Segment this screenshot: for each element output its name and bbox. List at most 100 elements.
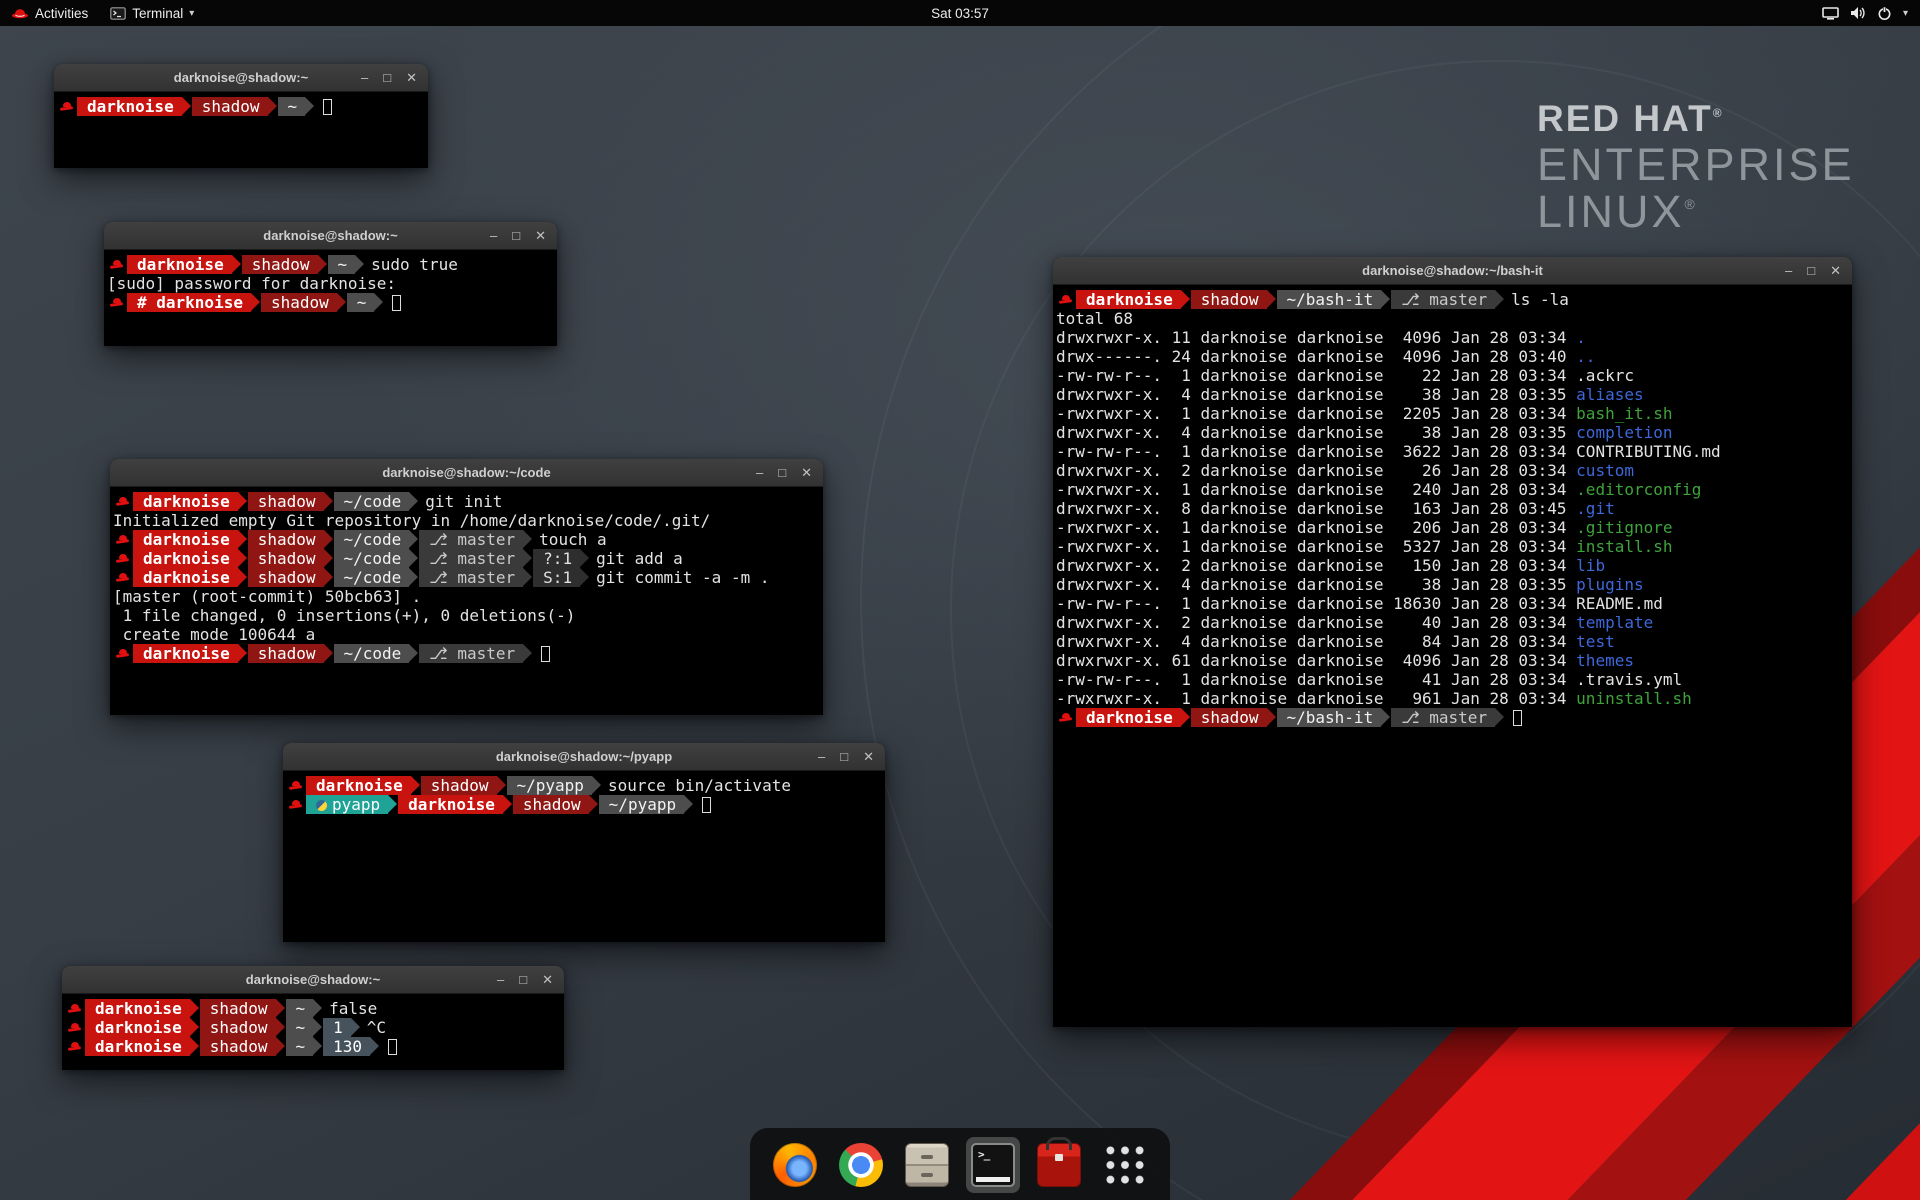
- file-name: test: [1576, 632, 1615, 651]
- chevron-down-icon: ▾: [189, 8, 194, 19]
- redhat-icon: [288, 795, 304, 814]
- minimize-button[interactable]: –: [361, 71, 368, 84]
- prompt-segment-exit: 130: [323, 1037, 370, 1056]
- redhat-icon: [109, 255, 125, 274]
- terminal-cursor: [702, 797, 711, 813]
- clock[interactable]: Sat 03:57: [931, 6, 989, 21]
- prompt-segment-host: shadow: [513, 795, 589, 814]
- titlebar[interactable]: darknoise@shadow:~/bash-it – □ ✕: [1053, 257, 1852, 285]
- close-button[interactable]: ✕: [535, 229, 546, 242]
- terminal-line: -rwxrwxr-x. 1 darknoise darknoise 206 Ja…: [1056, 518, 1849, 537]
- close-button[interactable]: ✕: [863, 750, 874, 763]
- close-button[interactable]: ✕: [542, 973, 553, 986]
- prompt-segment-path: ~/pyapp: [507, 776, 592, 795]
- titlebar[interactable]: darknoise@shadow:~ – □ ✕: [54, 64, 428, 92]
- prompt-segment-user: darknoise: [133, 549, 238, 568]
- terminal-line: drwx------. 24 darknoise darknoise 4096 …: [1056, 347, 1849, 366]
- dock-item-app-grid[interactable]: [1098, 1137, 1152, 1193]
- titlebar[interactable]: darknoise@shadow:~ – □ ✕: [104, 222, 557, 250]
- redhat-icon: [115, 530, 131, 549]
- redhat-icon: [67, 1037, 83, 1056]
- terminal-line: -rwxrwxr-x. 1 darknoise darknoise 5327 J…: [1056, 537, 1849, 556]
- terminal-line: [master (root-commit) 50bcb63] .: [113, 587, 820, 606]
- terminal-line: drwxrwxr-x. 2 darknoise darknoise 40 Jan…: [1056, 613, 1849, 632]
- titlebar[interactable]: darknoise@shadow:~/code – □ ✕: [110, 459, 823, 487]
- prompt-segment-host: shadow: [242, 255, 318, 274]
- volume-icon[interactable]: [1850, 6, 1866, 20]
- dock-item-firefox[interactable]: [768, 1137, 822, 1193]
- python-icon: [316, 800, 327, 811]
- maximize-button[interactable]: □: [512, 229, 520, 242]
- dock: [750, 1128, 1170, 1200]
- prompt-segment-path: ~/code: [334, 492, 410, 511]
- files-icon: [905, 1143, 949, 1187]
- file-name: uninstall.sh: [1576, 689, 1692, 708]
- maximize-button[interactable]: □: [1807, 264, 1815, 277]
- close-button[interactable]: ✕: [801, 466, 812, 479]
- titlebar[interactable]: darknoise@shadow:~/pyapp – □ ✕: [283, 743, 885, 771]
- titlebar[interactable]: darknoise@shadow:~ – □ ✕: [62, 966, 564, 994]
- prompt-segment-path: ~/code: [334, 530, 410, 549]
- minimize-button[interactable]: –: [756, 466, 763, 479]
- terminal-content[interactable]: darknoiseshadow~falsedarknoiseshadow~1^C…: [62, 994, 564, 1061]
- terminal-line: # darknoiseshadow~: [107, 293, 554, 312]
- dock-item-terminal[interactable]: [966, 1137, 1020, 1193]
- terminal-cursor: [323, 99, 332, 115]
- dock-item-chrome[interactable]: [834, 1137, 888, 1193]
- prompt-segment-host: shadow: [1191, 708, 1267, 727]
- terminal-line: drwxrwxr-x. 4 darknoise darknoise 84 Jan…: [1056, 632, 1849, 651]
- app-menu-button[interactable]: Terminal ▾: [99, 0, 205, 26]
- command-text: touch a: [539, 530, 606, 549]
- app-menu-label: Terminal: [132, 6, 183, 21]
- terminal-cursor: [388, 1039, 397, 1055]
- terminal-content[interactable]: darknoiseshadow~/codegit initInitialized…: [110, 487, 823, 668]
- minimize-button[interactable]: –: [1785, 264, 1792, 277]
- window-title: darknoise@shadow:~/pyapp: [496, 749, 672, 764]
- file-name: completion: [1576, 423, 1672, 442]
- maximize-button[interactable]: □: [778, 466, 786, 479]
- file-name: CONTRIBUTING.md: [1576, 442, 1721, 461]
- activities-button[interactable]: Activities: [0, 0, 99, 26]
- display-icon[interactable]: [1822, 7, 1839, 20]
- terminal-content[interactable]: darknoiseshadow~/bash-it⎇ masterls -lato…: [1053, 285, 1852, 732]
- prompt-segment-user: darknoise: [1076, 708, 1181, 727]
- command-text: git add a: [596, 549, 683, 568]
- minimize-button[interactable]: –: [818, 750, 825, 763]
- terminal-line: 1 file changed, 0 insertions(+), 0 delet…: [113, 606, 820, 625]
- dock-item-toolbox[interactable]: [1032, 1137, 1086, 1193]
- terminal-content[interactable]: darknoiseshadow~/pyappsource bin/activat…: [283, 771, 885, 819]
- terminal-line: -rw-rw-r--. 1 darknoise darknoise 22 Jan…: [1056, 366, 1849, 385]
- terminal-cursor: [392, 295, 401, 311]
- terminal-line: darknoiseshadow~1^C: [65, 1018, 561, 1037]
- prompt-segment-user: darknoise: [127, 255, 232, 274]
- prompt-segment-user: darknoise: [306, 776, 411, 795]
- prompt-segment-user: darknoise: [133, 492, 238, 511]
- terminal-line: Initialized empty Git repository in /hom…: [113, 511, 820, 530]
- command-text: git commit -a -m .: [596, 568, 769, 587]
- maximize-button[interactable]: □: [519, 973, 527, 986]
- maximize-button[interactable]: □: [383, 71, 391, 84]
- prompt-segment-user: darknoise: [398, 795, 503, 814]
- power-icon[interactable]: [1877, 6, 1892, 21]
- minimize-button[interactable]: –: [497, 973, 504, 986]
- terminal-line: darknoiseshadow~/pyappsource bin/activat…: [286, 776, 882, 795]
- close-button[interactable]: ✕: [1830, 264, 1841, 277]
- terminal-content[interactable]: darknoiseshadow~sudo true[sudo] password…: [104, 250, 557, 317]
- file-name: template: [1576, 613, 1653, 632]
- file-name: README.md: [1576, 594, 1663, 613]
- file-name: custom: [1576, 461, 1634, 480]
- prompt-segment-path: ~: [347, 293, 375, 312]
- minimize-button[interactable]: –: [490, 229, 497, 242]
- close-button[interactable]: ✕: [406, 71, 417, 84]
- top-bar: Activities Terminal ▾ Sat 03:57 ▾: [0, 0, 1920, 26]
- maximize-button[interactable]: □: [840, 750, 848, 763]
- terminal-line: darknoiseshadow~/bash-it⎇ master: [1056, 708, 1849, 727]
- chevron-down-icon[interactable]: ▾: [1903, 8, 1908, 19]
- terminal-line: darknoiseshadow~/code⎇ mastertouch a: [113, 530, 820, 549]
- terminal-content[interactable]: darknoiseshadow~: [54, 92, 428, 121]
- command-text: false: [329, 999, 377, 1018]
- activities-label: Activities: [35, 6, 88, 21]
- dock-item-files[interactable]: [900, 1137, 954, 1193]
- system-status-area[interactable]: ▾: [1810, 0, 1920, 26]
- terminal-line: darknoiseshadow~/bash-it⎇ masterls -la: [1056, 290, 1849, 309]
